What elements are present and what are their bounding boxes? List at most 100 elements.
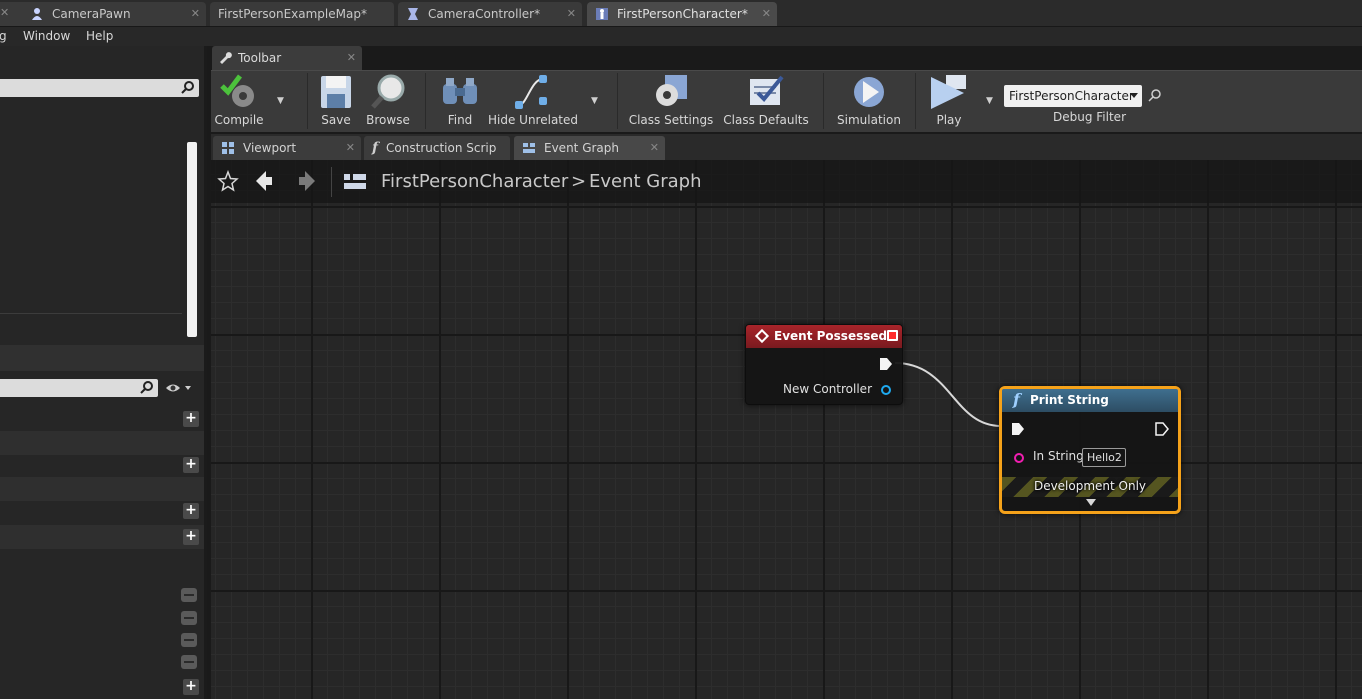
menu-item-help[interactable]: Help [86, 29, 113, 43]
variable-type-button[interactable] [181, 611, 197, 625]
eye-icon[interactable] [165, 381, 195, 398]
variable-type-button[interactable] [181, 588, 197, 602]
scrollbar[interactable] [187, 142, 197, 337]
editor-tab-strip: Viewport ✕ f Construction Scrip Event Gr… [211, 134, 1362, 160]
event-possessed-node[interactable]: Event Possessed New Controller [745, 324, 903, 405]
node-header: Event Possessed [746, 325, 902, 348]
close-icon[interactable]: ✕ [191, 7, 200, 20]
save-button[interactable]: Save [317, 71, 355, 131]
close-icon[interactable]: ✕ [346, 141, 355, 154]
menu-item-window[interactable]: Window [23, 29, 70, 43]
add-macro-button[interactable]: + [183, 503, 199, 519]
toolbar-separator [915, 73, 916, 129]
mybp-search-input[interactable] [0, 379, 158, 397]
variable-type-button[interactable] [181, 655, 197, 669]
toolbar-separator [425, 73, 426, 129]
viewport-icon [221, 141, 235, 155]
doc-tab-label: FirstPersonCharacter* [617, 7, 748, 21]
print-string-node[interactable]: f Print String In String Hello2 Developm… [999, 386, 1181, 514]
binoculars-icon [440, 71, 480, 113]
close-icon[interactable]: ✕ [0, 6, 9, 19]
simulation-icon [849, 71, 889, 113]
variable-type-button[interactable] [181, 633, 197, 647]
gear-icon [651, 71, 691, 113]
chevron-down-icon[interactable]: ▼ [591, 96, 598, 106]
add-graph-button[interactable]: + [183, 411, 199, 427]
in-string-field[interactable]: Hello2 [1082, 448, 1126, 467]
hide-unrelated-label: Hide Unrelated [488, 113, 579, 127]
controller-icon [406, 7, 420, 21]
toolbar-separator [823, 73, 824, 129]
components-search-input[interactable] [0, 79, 199, 97]
close-icon[interactable]: ✕ [650, 141, 659, 154]
chevron-down-icon[interactable]: ▼ [277, 96, 284, 106]
find-button[interactable]: Find [439, 71, 481, 131]
tab-event-graph[interactable]: Event Graph ✕ [514, 136, 665, 160]
exec-input-pin[interactable] [1011, 422, 1025, 439]
node-title: Print String [1030, 393, 1109, 407]
expand-arrow-icon[interactable] [1086, 499, 1096, 506]
compile-button[interactable]: Compile [214, 71, 264, 131]
exec-output-pin[interactable] [1155, 422, 1169, 439]
exec-wire [894, 362, 1002, 427]
doc-tab-label: FirstPersonExampleMap* [218, 7, 367, 21]
section-graphs[interactable]: + [0, 407, 204, 431]
close-icon[interactable]: ✕ [347, 51, 356, 64]
tab-viewport[interactable]: Viewport ✕ [213, 136, 361, 160]
graph-icon [522, 141, 536, 155]
section-variables[interactable]: + [0, 525, 204, 549]
debug-filter-value: FirstPersonCharacter [1009, 89, 1134, 103]
hide-unrelated-icon [513, 71, 553, 113]
close-icon[interactable]: ✕ [762, 7, 771, 20]
tab-label: Event Graph [544, 141, 619, 155]
search-icon[interactable] [1148, 88, 1162, 105]
development-only-label: Development Only [1033, 479, 1147, 493]
browse-icon [369, 71, 407, 113]
add-variable-button[interactable]: + [183, 529, 199, 545]
section-functions[interactable]: + [0, 453, 204, 477]
play-button[interactable]: Play [927, 71, 971, 131]
pawn-icon [30, 7, 44, 21]
class-settings-label: Class Settings [628, 113, 714, 127]
browse-label: Browse [366, 113, 410, 127]
find-label: Find [447, 113, 473, 127]
menu-item-partial[interactable]: g [0, 29, 7, 43]
close-icon[interactable]: ✕ [567, 7, 576, 20]
delegate-pin-icon[interactable] [887, 330, 898, 341]
chevron-down-icon[interactable]: ▼ [986, 96, 993, 106]
document-tab-strip: CameraPawn ✕ ✕ FirstPersonExampleMap* Ca… [0, 0, 1362, 26]
simulation-button[interactable]: Simulation [837, 71, 901, 131]
string-input-pin[interactable] [1014, 453, 1024, 463]
event-graph-canvas[interactable]: FirstPersonCharacter > Event Graph Event… [211, 160, 1362, 699]
section-dispatchers[interactable]: + [0, 675, 204, 699]
doc-tab-firstpersoncharacter[interactable]: FirstPersonCharacter* ✕ [587, 2, 777, 26]
debug-filter-select[interactable]: FirstPersonCharacter [1004, 85, 1142, 107]
simulation-label: Simulation [837, 113, 901, 127]
toolbar: Compile ▼ Save Browse Find Hide Unrelate… [211, 70, 1362, 132]
doc-tab-label: CameraPawn [52, 7, 131, 21]
debug-filter-label: Debug Filter [1053, 110, 1126, 124]
doc-tab-cameracontroller[interactable]: CameraController* ✕ [398, 2, 582, 26]
function-icon: f [1013, 390, 1020, 409]
tab-label: Viewport [243, 141, 297, 155]
tab-construction-script[interactable]: f Construction Scrip [364, 136, 510, 160]
class-settings-button[interactable]: Class Settings [628, 71, 714, 131]
doc-tab-camerapawn[interactable]: CameraPawn ✕ [0, 2, 206, 26]
add-function-button[interactable]: + [183, 457, 199, 473]
pin-label: In String [1033, 449, 1084, 463]
tab-label: Construction Scrip [386, 141, 497, 155]
search-icon [140, 380, 154, 397]
exec-output-pin[interactable] [879, 357, 893, 374]
save-icon [319, 71, 353, 113]
toolbar-tab[interactable]: Toolbar ✕ [212, 46, 362, 70]
compile-icon [219, 71, 259, 113]
browse-button[interactable]: Browse [365, 71, 411, 131]
hide-unrelated-button[interactable]: Hide Unrelated [488, 71, 578, 131]
doc-tab-map[interactable]: FirstPersonExampleMap* [210, 2, 394, 26]
class-defaults-button[interactable]: Class Defaults [723, 71, 809, 131]
left-panel: + + + + + [0, 46, 207, 699]
add-dispatcher-button[interactable]: + [183, 679, 199, 695]
object-output-pin[interactable] [881, 385, 891, 395]
section-macros[interactable]: + [0, 499, 204, 523]
divider [0, 313, 182, 314]
